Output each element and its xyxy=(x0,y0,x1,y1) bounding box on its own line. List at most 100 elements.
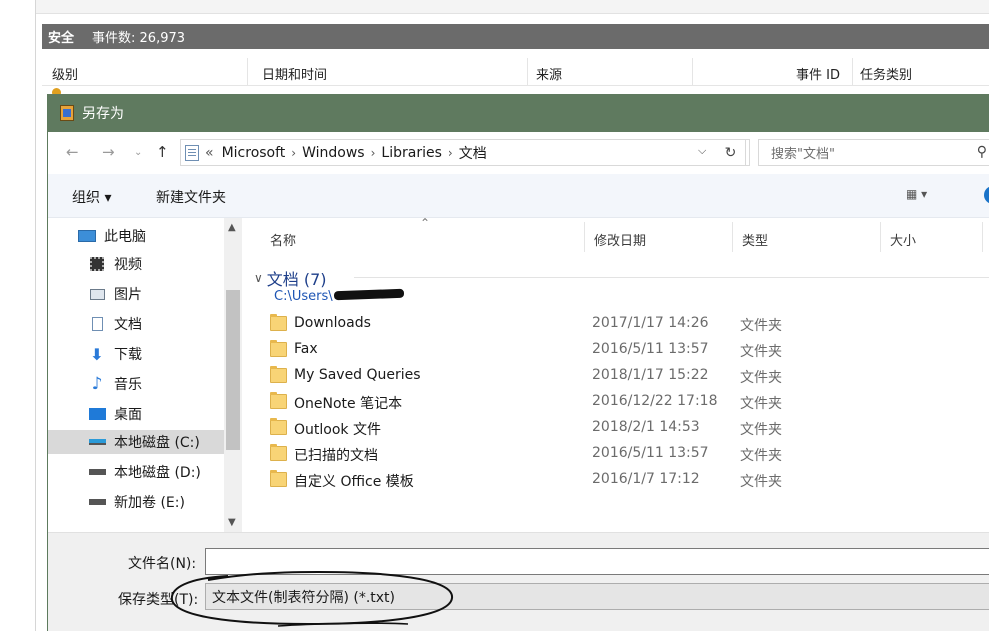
forward-arrow-icon[interactable]: → xyxy=(102,143,115,161)
nav-item-desktop[interactable]: 桌面 xyxy=(88,402,142,426)
nav-item-drive-e[interactable]: 新加卷 (E:) xyxy=(88,490,185,514)
event-col-source[interactable]: 来源 xyxy=(536,64,562,83)
event-column-header: 级别 日期和时间 来源 事件 ID 任务类别 xyxy=(42,58,989,86)
nav-item-videos[interactable]: 视频 xyxy=(88,252,142,276)
nav-item-pictures[interactable]: 图片 xyxy=(88,282,142,306)
music-icon: ♪ xyxy=(91,374,103,394)
folder-icon xyxy=(270,470,287,487)
folder-icon xyxy=(270,314,287,331)
column-divider xyxy=(852,58,853,86)
desktop-icon xyxy=(88,407,106,421)
folder-icon xyxy=(270,392,287,409)
back-arrow-icon[interactable]: ← xyxy=(66,143,79,161)
nav-item-this-pc[interactable]: 此电脑 xyxy=(78,224,146,248)
breadcrumb-documents[interactable]: 文档 xyxy=(459,143,487,163)
scroll-up-icon[interactable]: ▲ xyxy=(228,222,236,233)
breadcrumb-chevron-icon[interactable]: › xyxy=(291,146,296,160)
address-row: ← → ⌄ ↑ « Microsoft › Windows › Librarie… xyxy=(48,132,989,174)
nav-item-drive-c[interactable]: 本地磁盘 (C:) xyxy=(48,430,224,454)
column-divider xyxy=(982,222,983,252)
breadcrumb-chevron-icon[interactable]: › xyxy=(448,146,453,160)
help-icon[interactable] xyxy=(984,186,989,204)
filetype-label: 保存类型(T): xyxy=(118,592,199,608)
dialog-title: 另存为 xyxy=(82,106,124,122)
search-placeholder: 搜索"文档" xyxy=(771,147,835,162)
group-header[interactable]: ∨ 文档 (7) xyxy=(254,266,327,290)
save-as-icon xyxy=(60,105,74,121)
group-title: 文档 (7) xyxy=(266,270,327,289)
file-list[interactable]: ⌃ 名称 修改日期 类型 大小 ∨ 文档 (7) C:\Users\ Downl… xyxy=(244,218,989,532)
column-modified[interactable]: 修改日期 xyxy=(594,230,646,249)
drive-icon xyxy=(88,495,106,509)
file-row[interactable]: Outlook 文件 2018/2/1 14:53 文件夹 xyxy=(270,416,989,440)
documents-library-icon xyxy=(185,144,199,161)
folder-icon xyxy=(270,418,287,435)
event-col-id[interactable]: 事件 ID xyxy=(796,64,840,83)
save-form: 文件名(N): 保存类型(T): 文本文件(制表符分隔) (*.txt) xyxy=(48,532,989,631)
file-row[interactable]: My Saved Queries 2018/1/17 15:22 文件夹 xyxy=(270,364,989,388)
recent-locations-chevron-icon[interactable]: ⌄ xyxy=(134,147,142,158)
breadcrumb-windows[interactable]: Windows xyxy=(302,145,365,161)
event-col-level[interactable]: 级别 xyxy=(52,64,78,83)
scroll-down-icon[interactable]: ▼ xyxy=(228,517,236,528)
file-row[interactable]: Downloads 2017/1/17 14:26 文件夹 xyxy=(270,312,989,336)
file-row[interactable]: 已扫描的文档 2016/5/11 13:57 文件夹 xyxy=(270,442,989,466)
group-path-link[interactable]: C:\Users\ xyxy=(274,289,333,304)
nav-item-documents[interactable]: 文档 xyxy=(88,312,142,336)
column-divider xyxy=(584,222,585,252)
address-overflow[interactable]: « xyxy=(205,145,214,161)
event-row-partial xyxy=(42,86,989,94)
redaction-mark xyxy=(333,288,405,301)
column-name[interactable]: 名称 xyxy=(270,230,296,249)
refresh-button[interactable]: ↻ xyxy=(716,139,746,166)
scrollbar-thumb[interactable] xyxy=(226,290,240,450)
save-as-dialog: 另存为 ← → ⌄ ↑ « Microsoft › Windows › Libr… xyxy=(47,94,989,631)
event-log-name: 安全 xyxy=(48,31,75,46)
filename-input[interactable] xyxy=(205,548,989,575)
nav-scrollbar[interactable]: ▲ ▼ xyxy=(224,218,242,532)
filetype-select[interactable]: 文本文件(制表符分隔) (*.txt) xyxy=(205,583,989,610)
file-row[interactable]: 自定义 Office 模板 2016/1/7 17:12 文件夹 xyxy=(270,468,989,492)
refresh-icon: ↻ xyxy=(724,144,737,161)
dialog-titlebar[interactable]: 另存为 xyxy=(48,94,989,132)
breadcrumb-libraries[interactable]: Libraries xyxy=(381,145,441,161)
folder-icon xyxy=(270,366,287,383)
nav-item-downloads[interactable]: ⬇ 下载 xyxy=(88,342,142,366)
filename-label: 文件名(N): xyxy=(128,556,197,572)
column-divider xyxy=(527,58,528,86)
event-col-task[interactable]: 任务类别 xyxy=(860,64,912,83)
navigation-pane[interactable]: 此电脑 视频 图片 文档 ⬇ 下载 ♪ 音乐 桌面 本地磁盘 (C:) 本地磁盘… xyxy=(48,218,244,532)
computer-icon xyxy=(78,229,96,243)
drive-icon xyxy=(88,465,106,479)
breadcrumb-microsoft[interactable]: Microsoft xyxy=(222,145,286,161)
nav-item-music[interactable]: ♪ 音乐 xyxy=(88,372,142,396)
column-type[interactable]: 类型 xyxy=(742,230,768,249)
nav-item-drive-d[interactable]: 本地磁盘 (D:) xyxy=(88,460,201,484)
event-count: 事件数: 26,973 xyxy=(92,31,186,46)
file-row[interactable]: Fax 2016/5/11 13:57 文件夹 xyxy=(270,338,989,362)
search-icon[interactable]: ⚲ xyxy=(977,144,987,160)
new-folder-button[interactable]: 新建文件夹 xyxy=(156,187,226,207)
folder-icon xyxy=(270,444,287,461)
column-size[interactable]: 大小 xyxy=(890,230,916,249)
address-dropdown-icon[interactable]: ⌵ xyxy=(698,144,706,158)
folder-icon xyxy=(270,340,287,357)
up-arrow-icon[interactable]: ↑ xyxy=(156,143,169,161)
address-bar[interactable]: « Microsoft › Windows › Libraries › 文档 xyxy=(180,139,750,166)
event-col-datetime[interactable]: 日期和时间 xyxy=(262,64,327,83)
view-options-button[interactable]: ▦ ▾ xyxy=(906,187,927,201)
dialog-toolbar: 组织 ▾ 新建文件夹 ▦ ▾ xyxy=(48,174,989,218)
search-input[interactable]: 搜索"文档" ⚲ xyxy=(758,139,989,166)
event-log-header: 安全 事件数: 26,973 xyxy=(42,24,989,49)
background-window-left-pane xyxy=(0,0,36,631)
breadcrumb-chevron-icon[interactable]: › xyxy=(371,146,376,160)
pictures-icon xyxy=(88,287,106,301)
video-icon xyxy=(88,257,106,271)
group-collapse-chevron-icon[interactable]: ∨ xyxy=(254,271,263,285)
drive-c-icon xyxy=(88,435,106,449)
filetype-selected-value: 文本文件(制表符分隔) (*.txt) xyxy=(212,589,396,606)
documents-icon xyxy=(88,317,106,331)
organize-button[interactable]: 组织 ▾ xyxy=(72,187,111,207)
column-divider xyxy=(692,58,693,86)
file-row[interactable]: OneNote 笔记本 2016/12/22 17:18 文件夹 xyxy=(270,390,989,414)
